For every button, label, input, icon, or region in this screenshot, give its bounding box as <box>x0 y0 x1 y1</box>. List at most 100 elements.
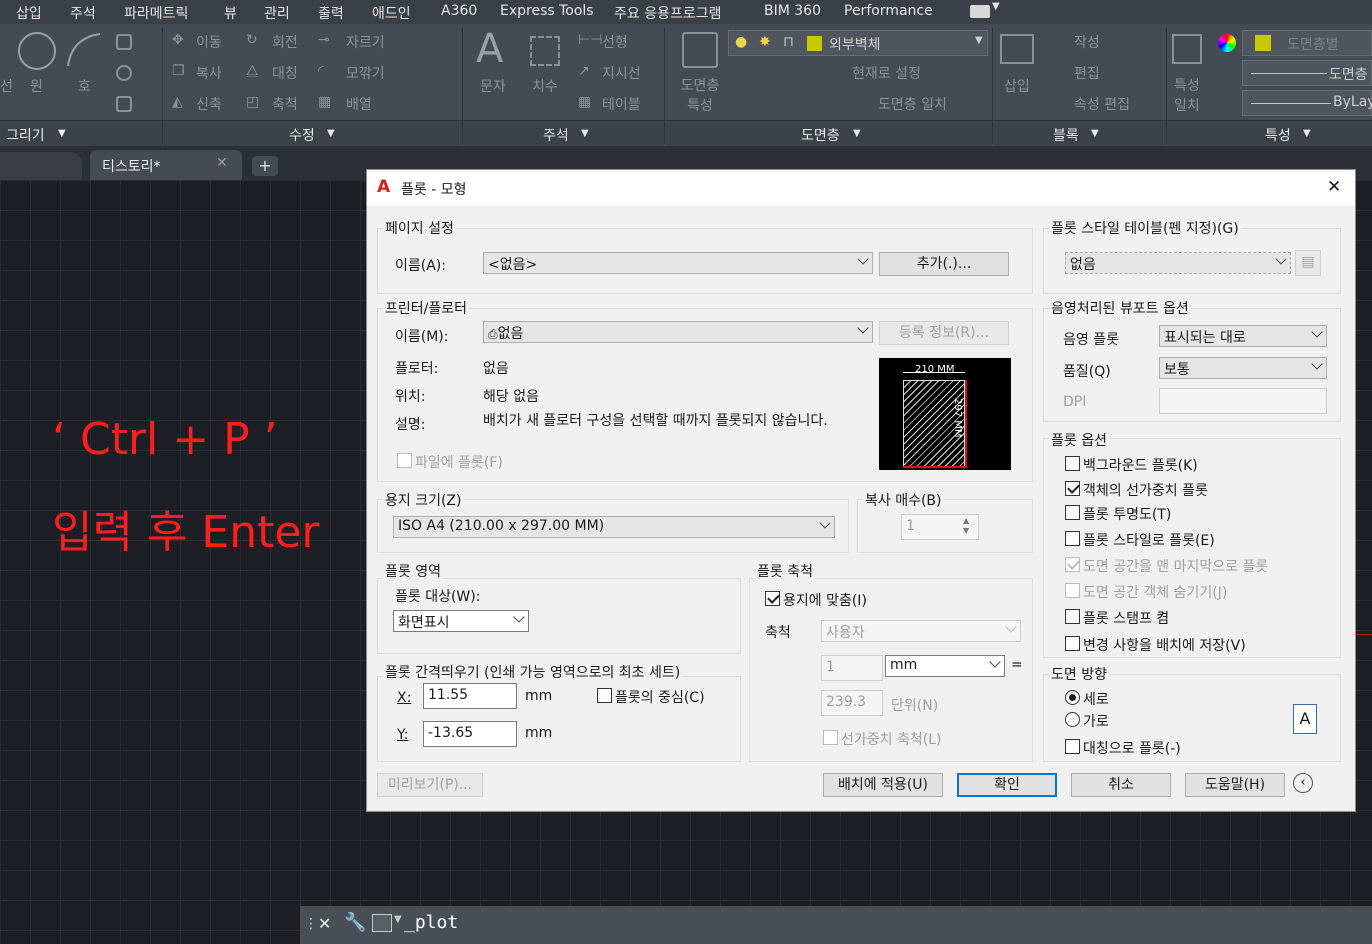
layer-dropdown[interactable]: ● ✸ ⊓ 외부벽체 ▼ <box>728 30 988 56</box>
option-lineweights-checkbox[interactable] <box>1065 481 1080 496</box>
menu-manage[interactable]: 관리 <box>264 3 290 23</box>
paper-size-select[interactable]: ISO A4 (210.00 x 297.00 MM) <box>393 516 835 538</box>
chevron-down-icon[interactable]: ▼ <box>394 914 402 925</box>
panel-block[interactable]: 블록 <box>1053 125 1079 145</box>
rotate-icon[interactable]: ↻ <box>246 32 258 48</box>
block-create[interactable]: 작성 <box>1074 32 1100 52</box>
block-insert-icon[interactable] <box>1000 34 1034 64</box>
scale-value-1[interactable]: 1 <box>821 655 883 681</box>
collapse-arrow-icon[interactable]: ‹ <box>1293 773 1313 793</box>
panel-modify[interactable]: 수정 <box>289 125 315 145</box>
annot-leader[interactable]: 지시선 <box>602 63 641 83</box>
rectangle-icon[interactable] <box>116 34 132 50</box>
preview-button[interactable]: 미리보기(P)... <box>377 773 483 797</box>
portrait-radio[interactable] <box>1065 690 1080 705</box>
close-icon[interactable]: ✕ <box>216 155 228 171</box>
hatch-icon[interactable] <box>116 65 132 81</box>
printer-name-select[interactable]: ⎙없음 <box>483 321 873 343</box>
menu-output[interactable]: 출력 <box>318 3 344 23</box>
spinner-icon[interactable]: ▲ ▼ <box>963 516 969 536</box>
option-background-checkbox[interactable] <box>1065 456 1080 471</box>
close-icon[interactable]: ✕ <box>318 914 331 933</box>
option-plot-stamp-checkbox[interactable] <box>1065 609 1080 624</box>
command-prompt-icon[interactable] <box>372 914 392 932</box>
modify-array[interactable]: 배열 <box>346 94 372 114</box>
menu-bim360[interactable]: BIM 360 <box>764 3 821 19</box>
chevron-down-icon[interactable]: ▼ <box>992 1 1000 12</box>
lineweight-dropdown[interactable]: ByLayer <box>1242 90 1372 116</box>
option-transparency-checkbox[interactable] <box>1065 505 1080 520</box>
color-dropdown[interactable]: 도면층별 <box>1242 30 1372 56</box>
menu-performance[interactable]: Performance <box>844 3 933 19</box>
offset-x-input[interactable]: 11.55 <box>423 683 517 709</box>
modify-trim[interactable]: 자르기 <box>346 32 385 52</box>
layer-set-current[interactable]: 현재로 설정 <box>852 63 921 83</box>
draw-line-label[interactable]: 선 <box>0 76 13 96</box>
modify-mirror[interactable]: 대칭 <box>272 63 298 83</box>
panel-annotation[interactable]: 주석 <box>543 125 569 145</box>
grip-icon[interactable]: ⋮ <box>304 916 318 932</box>
menu-view[interactable]: 뷰 <box>224 3 237 23</box>
stretch-icon[interactable]: ◭ <box>172 94 183 110</box>
page-setup-add-button[interactable]: 추가(.)... <box>879 252 1009 276</box>
upside-down-checkbox[interactable] <box>1065 739 1080 754</box>
modify-fillet[interactable]: 모깎기 <box>346 63 385 83</box>
layer-match[interactable]: 도면층 일치 <box>878 94 947 114</box>
modify-rotate[interactable]: 회전 <box>272 32 298 52</box>
command-line[interactable]: ⋮ ✕ 🔧 ▼ _plot <box>300 906 1372 944</box>
region-icon[interactable] <box>116 96 132 112</box>
draw-circle-label[interactable]: 원 <box>30 76 43 96</box>
center-plot-checkbox[interactable] <box>597 688 612 703</box>
fit-to-paper-checkbox[interactable] <box>765 591 780 606</box>
scale-icon[interactable]: ◰ <box>246 94 259 110</box>
copy-icon[interactable]: ❐ <box>172 63 185 79</box>
block-edit-attributes[interactable]: 속성 편집 <box>1074 94 1130 114</box>
page-setup-name-select[interactable]: <없음> <box>483 252 873 274</box>
dimension-icon[interactable] <box>530 36 560 66</box>
leader-icon[interactable]: ↗ <box>578 63 590 79</box>
shade-plot-select[interactable]: 표시되는 대로 <box>1159 325 1327 347</box>
annot-text[interactable]: 문자 <box>480 76 506 96</box>
wrench-icon[interactable]: 🔧 <box>344 912 366 933</box>
block-insert[interactable]: 삽입 <box>1004 76 1030 96</box>
start-tab[interactable] <box>0 152 82 180</box>
annot-dimension[interactable]: 치수 <box>532 76 558 96</box>
menu-parametric[interactable]: 파라메트릭 <box>124 3 188 23</box>
plot-style-select[interactable]: 없음 <box>1065 252 1291 274</box>
menu-insert[interactable]: 삽입 <box>16 3 42 23</box>
table-icon[interactable]: ▦ <box>578 94 591 110</box>
option-plotstyles-checkbox[interactable] <box>1065 531 1080 546</box>
landscape-radio[interactable] <box>1065 712 1080 727</box>
apply-to-layout-button[interactable]: 배치에 적용(U) <box>823 773 943 797</box>
scale-lineweights-checkbox[interactable] <box>823 730 838 745</box>
quality-select[interactable]: 보통 <box>1159 357 1327 379</box>
command-text[interactable]: _plot <box>404 912 458 933</box>
close-icon[interactable]: ✕ <box>1327 177 1341 197</box>
option-paperspace-last-checkbox[interactable] <box>1065 557 1080 572</box>
modify-stretch[interactable]: 신축 <box>196 94 222 114</box>
color-wheel-icon[interactable] <box>1218 34 1236 52</box>
plot-area-select[interactable]: 화면표시 <box>393 610 529 632</box>
edit-plot-style-icon[interactable]: ▤ <box>1295 250 1321 276</box>
text-icon[interactable]: A <box>476 26 503 72</box>
panel-draw[interactable]: 그리기 <box>6 125 45 145</box>
help-button[interactable]: 도움말(H) <box>1185 773 1285 797</box>
mirror-icon[interactable]: ⧋ <box>246 63 259 79</box>
ribbon-toggle-icon[interactable] <box>970 5 990 18</box>
array-icon[interactable]: ▦ <box>318 94 331 110</box>
modify-move[interactable]: 이동 <box>196 32 222 52</box>
menu-addins[interactable]: 애드인 <box>372 3 411 23</box>
printer-properties-button[interactable]: 등록 정보(R)... <box>879 321 1009 345</box>
block-edit[interactable]: 편집 <box>1074 63 1100 83</box>
tab-drawing[interactable]: 티스토리* ✕ <box>90 150 242 180</box>
menu-a360[interactable]: A360 <box>441 3 477 19</box>
scale-select[interactable]: 사용자 <box>821 620 1021 642</box>
panel-properties[interactable]: 특성 <box>1265 125 1291 145</box>
cancel-button[interactable]: 취소 <box>1071 773 1171 797</box>
option-save-changes-checkbox[interactable] <box>1065 636 1080 651</box>
match-properties-icon[interactable] <box>1172 34 1202 64</box>
draw-arc-label[interactable]: 호 <box>78 76 91 96</box>
dpi-input[interactable] <box>1159 388 1327 414</box>
plot-to-file-checkbox[interactable] <box>397 453 412 468</box>
fillet-icon[interactable]: ◜ <box>318 63 323 79</box>
